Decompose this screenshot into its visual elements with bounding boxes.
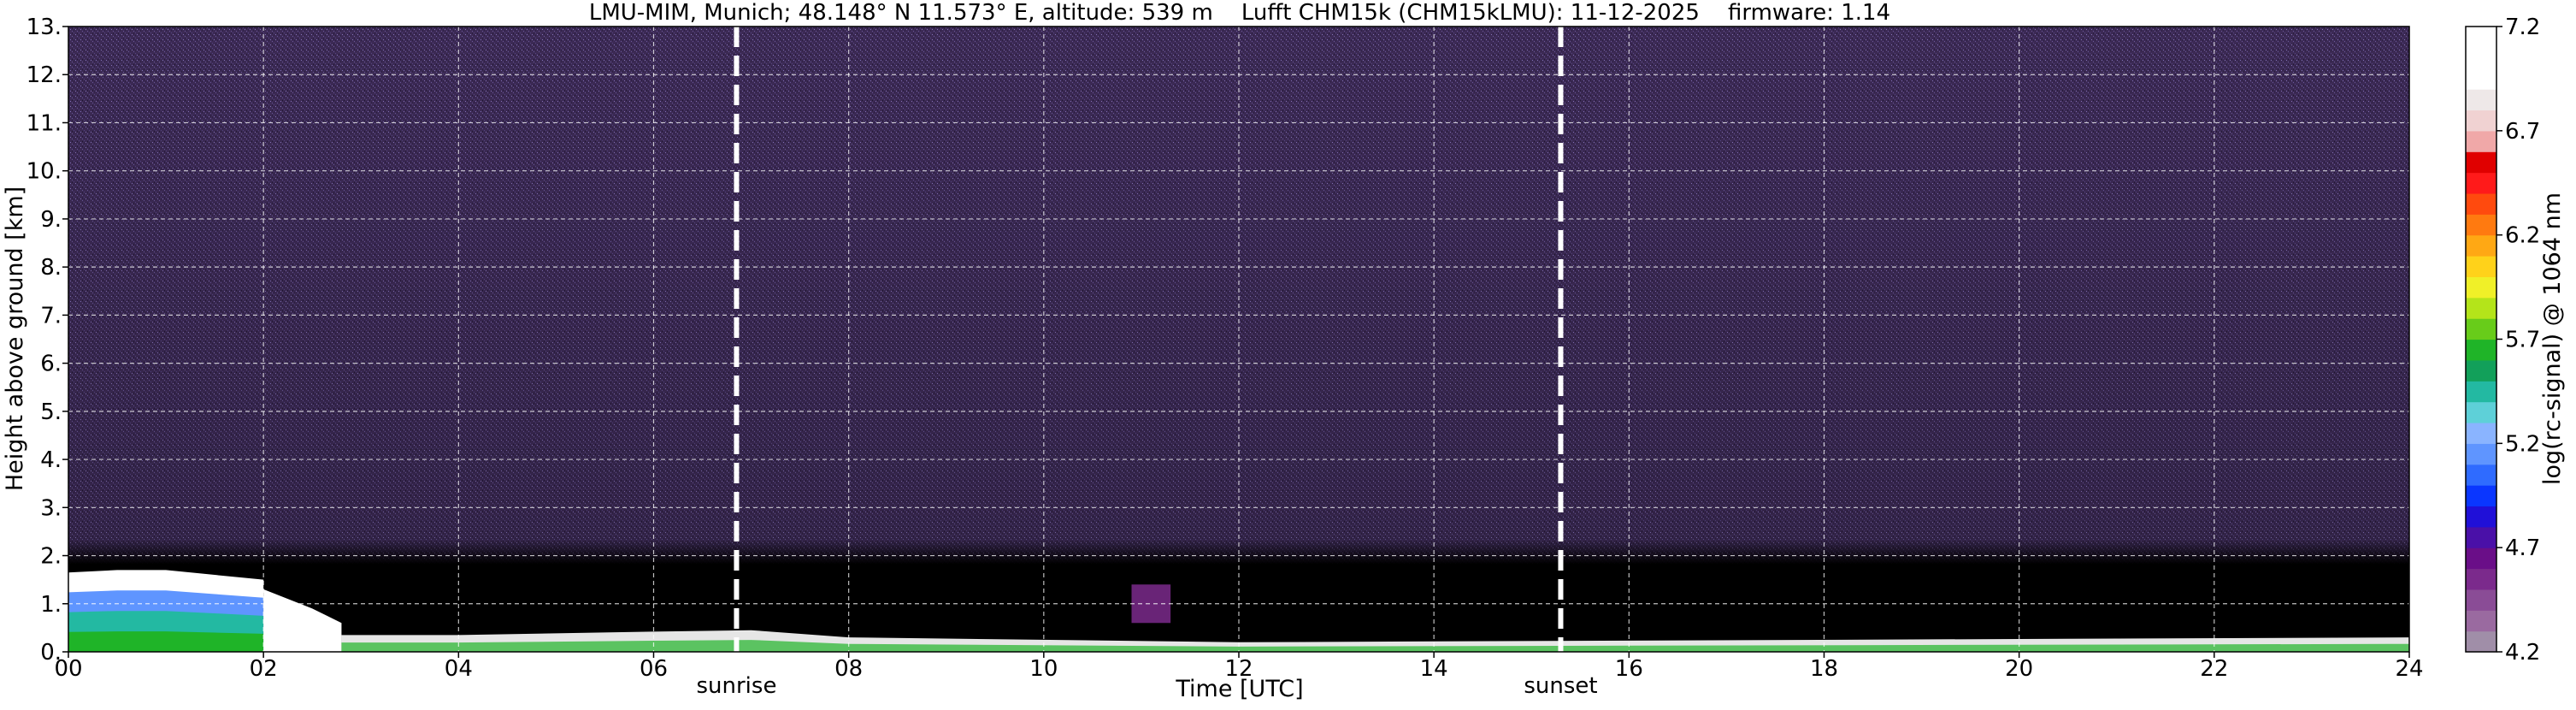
colorbar-segment [2466,339,2496,361]
colorbar-segment [2466,256,2496,277]
colorbar-segment [2466,214,2496,236]
x-tick-label: 06 [640,656,668,682]
y-tick-label: 11. [27,110,62,136]
x-tick-label: 08 [834,656,863,682]
y-tick-label: 10. [27,159,62,185]
y-tick-label: 9. [40,207,62,233]
y-tick-label: 12. [27,62,62,88]
colorbar: 4.2 4.7 5.2 5.7 6.2 6.7 7.2 [2465,15,2540,666]
colorbar-tick-label: 6.7 [2505,119,2540,145]
y-axis-ticks: 0. 1. 2. 3. 4. 5. 6. 7. 8. 9. 10. 11. 12. 13. [27,15,68,666]
colorbar-segment [2466,318,2496,340]
chart-svg: LMU-MIM, Munich; 48.148° N 11.573° E, al… [2,0,2566,702]
y-tick-label: 5. [40,399,62,425]
colorbar-segment [2466,27,2496,48]
y-axis-label: Height above ground [km] [2,186,28,491]
colorbar-segment [2466,547,2496,570]
colorbar-segment [2466,401,2496,423]
colorbar-segment [2466,130,2496,152]
x-tick-label: 16 [1615,656,1643,682]
colorbar-segment [2466,630,2496,653]
colorbar-segment [2466,234,2496,257]
y-tick-label: 7. [40,303,62,328]
boundary-layer-band [68,631,264,652]
x-tick-label: 24 [2395,656,2423,682]
y-tick-label: 13. [27,15,62,40]
x-tick-label: 18 [1810,656,1838,682]
colorbar-tick-label: 5.7 [2505,328,2540,353]
x-tick-label: 02 [250,656,278,682]
colorbar-label: log(rc-signal) @ 1064 nm [2539,192,2566,485]
annotation-label: sunset [1524,673,1597,699]
colorbar-segment [2466,589,2496,611]
colorbar-tick-label: 4.7 [2505,535,2540,561]
x-axis-label: Time [UTC] [1175,676,1303,702]
y-tick-label: 0. [40,640,62,666]
ceilometer-chart: LMU-MIM, Munich; 48.148° N 11.573° E, al… [0,0,2576,707]
colorbar-segment [2466,109,2496,132]
y-tick-label: 6. [40,352,62,377]
y-tick-label: 2. [40,544,62,570]
colorbar-segment [2466,506,2496,528]
colorbar-segment [2466,276,2496,299]
colorbar-segment [2466,610,2496,632]
colorbar-tick-label: 7.2 [2505,15,2540,40]
colorbar-segment [2466,568,2496,590]
x-tick-label: 22 [2200,656,2228,682]
y-tick-label: 4. [40,447,62,473]
colorbar-segment [2466,47,2496,69]
colorbar-segment [2466,297,2496,319]
plot-area [68,26,2410,653]
colorbar-tick-label: 5.2 [2505,431,2540,457]
colorbar-segment [2466,526,2496,548]
colorbar-segment [2466,443,2496,465]
x-tick-label: 04 [445,656,473,682]
colorbar-segment [2466,381,2496,403]
x-tick-label: 10 [1029,656,1058,682]
x-tick-label: 20 [2005,656,2033,682]
colorbar-segment [2466,151,2496,174]
x-tick-label: 14 [1420,656,1448,682]
annotation-labels: sunrise sunset [696,673,1597,699]
colorbar-segment [2466,172,2496,194]
colorbar-segment [2466,89,2496,111]
colorbar-tick-label: 6.2 [2505,223,2540,249]
y-tick-label: 1. [40,592,62,618]
colorbar-segment [2466,192,2496,215]
colorbar-segment [2466,68,2496,90]
annotation-label: sunrise [696,673,776,699]
colorbar-tick-label: 4.2 [2505,640,2540,666]
colorbar-segment [2466,422,2496,444]
y-tick-label: 3. [40,495,62,521]
y-tick-label: 8. [40,255,62,281]
colorbar-segment [2466,359,2496,382]
colorbar-segment [2466,485,2496,507]
colorbar-segment [2466,464,2496,486]
chart-title: LMU-MIM, Munich; 48.148° N 11.573° E, al… [589,0,1890,26]
